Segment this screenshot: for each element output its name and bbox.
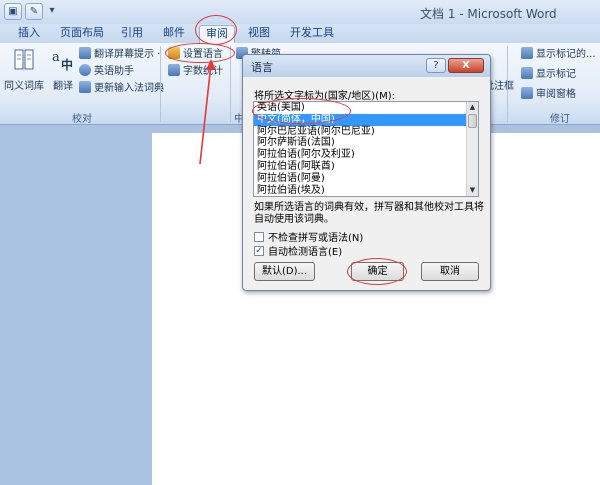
- no-check-label: 不检查拼写或语法(N): [268, 233, 364, 244]
- show-markup2-label: 显示标记: [536, 69, 576, 80]
- group-divider: [507, 46, 508, 122]
- scroll-up-icon[interactable]: ▲: [467, 102, 478, 113]
- annotation-review-circle: [195, 15, 237, 45]
- thesaurus-label: 同义词库: [4, 81, 44, 92]
- tab-references[interactable]: 引用: [121, 24, 143, 43]
- close-button[interactable]: X: [448, 58, 484, 73]
- auto-detect-label: 自动检测语言(E): [268, 247, 343, 258]
- annotation-arrow: [199, 59, 216, 165]
- list-item[interactable]: 阿拉伯语(埃及): [254, 185, 467, 196]
- show-markup-label: 显示标记的...: [536, 49, 596, 60]
- dictionary-note: 如果所选语言的词典有效，拼写器和其他校对工具将自动使用该词典。: [254, 202, 484, 225]
- english-assistant-label: 英语助手: [94, 66, 134, 77]
- word-count-icon: [168, 64, 180, 76]
- book-icon: [11, 47, 37, 73]
- scroll-thumb[interactable]: [468, 114, 477, 128]
- tab-view[interactable]: 视图: [248, 24, 270, 43]
- dictionary-icon: [79, 81, 91, 93]
- list-item[interactable]: 阿尔巴尼亚语(阿尔巴尼亚): [254, 126, 467, 138]
- translate-label: 翻译: [53, 81, 73, 92]
- show-markup-icon: [521, 67, 533, 79]
- screen-tip-icon: [79, 47, 91, 59]
- update-ime-dictionary-button[interactable]: 更新输入法词典: [79, 81, 164, 96]
- language-dialog: 语言 ? X 将所选文字标为(国家/地区)(M): 英语(美国) 中文(简体，中…: [242, 54, 491, 291]
- ribbon-tabs: 插入 页面布局 引用 邮件 审阅 视图 开发工具: [0, 24, 600, 43]
- svg-text:中: 中: [61, 57, 73, 72]
- edit-icon[interactable]: ✎: [25, 3, 43, 20]
- reviewing-pane-button[interactable]: 审阅窗格: [521, 87, 576, 102]
- auto-detect-checkbox[interactable]: ✓: [254, 245, 264, 256]
- dialog-title-bar: 语言 ? X: [243, 55, 490, 77]
- translate-button[interactable]: a中 翻译: [50, 47, 76, 92]
- show-markup-button[interactable]: 显示标记: [521, 67, 576, 82]
- cancel-button[interactable]: 取消: [421, 262, 479, 281]
- proofing-group-label: 校对: [72, 114, 92, 125]
- screen-tip-label: 翻译屏幕提示 ·: [94, 49, 161, 60]
- thesaurus-button[interactable]: 同义词库: [4, 47, 44, 92]
- list-item[interactable]: 阿拉伯语(阿尔及利亚): [254, 149, 467, 161]
- annotation-language-circle: [252, 98, 351, 124]
- tab-developer[interactable]: 开发工具: [290, 24, 334, 43]
- window-title: 文档 1 - Microsoft Word: [420, 7, 557, 21]
- english-assistant-button[interactable]: 英语助手: [79, 64, 134, 79]
- markup-icon: [521, 47, 533, 59]
- annotation-ok-circle: [347, 258, 407, 285]
- reviewing-pane-label: 审阅窗格: [536, 89, 576, 100]
- dialog-title: 语言: [251, 61, 273, 74]
- svg-text:a: a: [52, 50, 60, 65]
- list-item[interactable]: 阿拉伯语(阿曼): [254, 173, 467, 185]
- translation-screen-tip-button[interactable]: 翻译屏幕提示 ·: [79, 47, 160, 62]
- tab-mailings[interactable]: 邮件: [163, 24, 185, 43]
- globe-icon: [79, 64, 91, 76]
- auto-detect-row[interactable]: ✓ 自动检测语言(E): [254, 243, 342, 258]
- no-check-checkbox[interactable]: [254, 231, 264, 242]
- tab-insert[interactable]: 插入: [18, 24, 40, 43]
- list-item[interactable]: 阿尔萨斯语(法国): [254, 137, 467, 149]
- show-markup-final-button[interactable]: 显示标记的...: [521, 47, 596, 62]
- pane-icon: [521, 87, 533, 99]
- group-divider: [160, 46, 161, 122]
- save-icon[interactable]: ▣: [4, 3, 22, 20]
- tracking-group-label: 修订: [550, 114, 570, 125]
- title-bar: ▣ ✎ ▾ 文档 1 - Microsoft Word: [0, 0, 600, 24]
- update-ime-label: 更新输入法词典: [94, 83, 164, 94]
- listbox-scrollbar[interactable]: ▲ ▼: [466, 102, 478, 196]
- list-item[interactable]: 阿拉伯语(阿联酋): [254, 161, 467, 173]
- quick-access-toolbar: ▣ ✎ ▾: [4, 3, 58, 20]
- no-check-row[interactable]: 不检查拼写或语法(N): [254, 229, 363, 244]
- translate-icon: a中: [50, 47, 76, 73]
- default-button[interactable]: 默认(D)...: [254, 262, 315, 281]
- scroll-down-icon[interactable]: ▼: [467, 185, 478, 196]
- help-button[interactable]: ?: [426, 58, 446, 73]
- tab-page-layout[interactable]: 页面布局: [60, 24, 104, 43]
- customize-qat-icon[interactable]: ▾: [46, 3, 58, 20]
